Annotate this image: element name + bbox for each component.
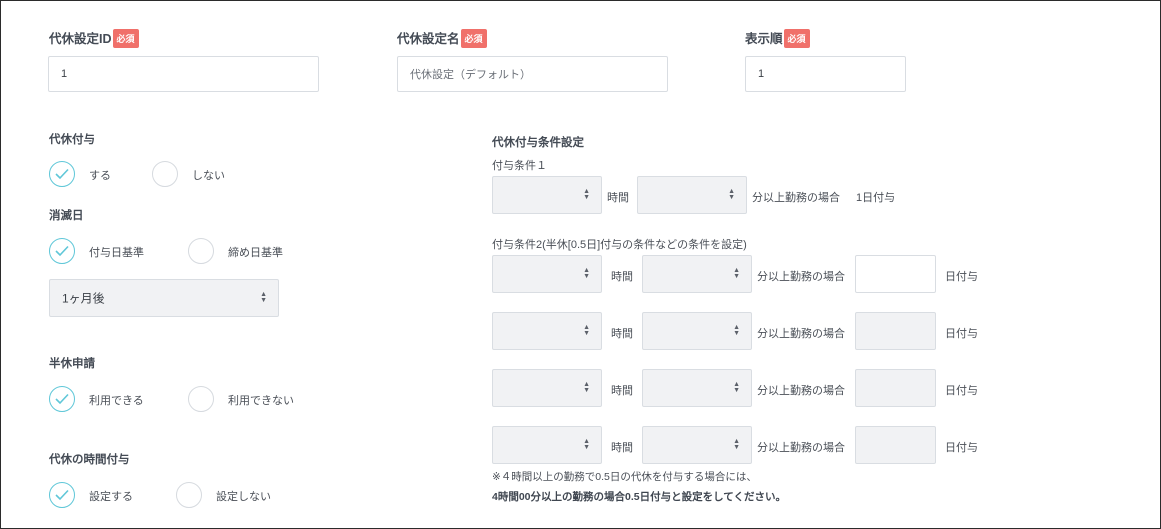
select-arrows-icon: ▲ ▼ (583, 188, 590, 201)
hours-unit: 時間 (607, 192, 629, 204)
select-arrows-icon: ▲ ▼ (583, 324, 590, 337)
select-arrows-icon: ▲ ▼ (733, 324, 740, 337)
setting-id-label-text: 代休設定ID (49, 32, 112, 46)
select-arrows-icon: ▲ ▼ (260, 291, 267, 304)
condition4-days-input[interactable] (855, 369, 936, 407)
minutes-text: 分以上勤務の場合 (757, 271, 845, 283)
half-day-label: 半休申請 (49, 358, 95, 370)
day-unit: 日付与 (945, 442, 978, 454)
condition4-hours-select[interactable]: ▲ ▼ (492, 369, 602, 407)
settings-form: 代休設定ID 必須 1 代休設定名 必須 代休設定（デフォルト） 表示順 必須 1 代… (0, 0, 1161, 529)
select-arrows-icon: ▲ ▼ (733, 381, 740, 394)
note-line-2: 4時間00分以上の勤務の場合0.5日付与と設定をしてください。 (492, 491, 786, 503)
setting-name-input[interactable]: 代休設定（デフォルト） (397, 56, 668, 92)
minutes-text: 分以上勤務の場合 (757, 385, 845, 397)
condition4-minutes-select[interactable]: ▲ ▼ (642, 369, 752, 407)
expiry-closing-date-label: 締め日基準 (228, 247, 283, 259)
hours-unit: 時間 (611, 385, 633, 397)
hours-unit: 時間 (611, 442, 633, 454)
setting-name-label-text: 代休設定名 (397, 32, 460, 46)
hourly-grant-label: 代休の時間付与 (49, 454, 130, 466)
required-badge: 必須 (112, 29, 139, 48)
select-arrows-icon: ▲ ▼ (583, 267, 590, 280)
hourly-no-radio[interactable] (176, 482, 202, 508)
display-order-label: 表示順 必須 (745, 28, 810, 48)
check-icon (55, 168, 69, 180)
condition1-hours-select[interactable]: ▲ ▼ (492, 176, 602, 214)
grant-yes-radio[interactable] (49, 161, 75, 187)
check-icon (55, 489, 69, 501)
display-order-value: 1 (758, 68, 765, 80)
hourly-yes-radio[interactable] (49, 482, 75, 508)
half-yes-radio[interactable] (49, 386, 75, 412)
hours-unit: 時間 (611, 328, 633, 340)
condition3-days-input[interactable] (855, 312, 936, 350)
display-order-input[interactable]: 1 (745, 56, 906, 92)
setting-id-label: 代休設定ID 必須 (49, 28, 139, 48)
condition5-hours-select[interactable]: ▲ ▼ (492, 426, 602, 464)
grant-no-radio[interactable] (152, 161, 178, 187)
grant-yes-label: する (89, 170, 111, 182)
select-arrows-icon: ▲ ▼ (583, 381, 590, 394)
check-icon (55, 393, 69, 405)
expiry-period-select[interactable]: 1ヶ月後 ▲ ▼ (49, 279, 279, 317)
half-yes-label: 利用できる (89, 395, 144, 407)
condition2-minutes-select[interactable]: ▲ ▼ (642, 255, 752, 293)
expiry-closing-date-radio[interactable] (188, 238, 214, 264)
conditions-title: 代休付与条件設定 (492, 137, 584, 149)
half-no-label: 利用できない (228, 395, 294, 407)
select-arrows-icon: ▲ ▼ (733, 438, 740, 451)
hourly-yes-label: 設定する (89, 491, 133, 503)
setting-id-input[interactable]: 1 (48, 56, 319, 92)
fixed-grant-text: 1日付与 (856, 192, 896, 204)
select-arrows-icon: ▲ ▼ (733, 267, 740, 280)
expiry-grant-date-radio[interactable] (49, 238, 75, 264)
setting-name-value: 代休設定（デフォルト） (410, 69, 531, 81)
condition2-hours-select[interactable]: ▲ ▼ (492, 255, 602, 293)
hourly-no-label: 設定しない (216, 491, 271, 503)
expiry-grant-date-label: 付与日基準 (89, 247, 144, 259)
condition2-label: 付与条件2(半休[0.5日]付与の条件などの条件を設定) (492, 239, 747, 251)
minutes-text: 分以上勤務の場合 (752, 192, 840, 204)
condition5-minutes-select[interactable]: ▲ ▼ (642, 426, 752, 464)
select-arrows-icon: ▲ ▼ (728, 188, 735, 201)
required-badge: 必須 (460, 29, 487, 48)
condition2-days-input[interactable] (855, 255, 936, 293)
grant-no-label: しない (192, 170, 225, 182)
check-icon (55, 245, 69, 257)
minutes-text: 分以上勤務の場合 (757, 442, 845, 454)
condition5-days-input[interactable] (855, 426, 936, 464)
required-badge: 必須 (783, 29, 810, 48)
condition3-minutes-select[interactable]: ▲ ▼ (642, 312, 752, 350)
hours-unit: 時間 (611, 271, 633, 283)
day-unit: 日付与 (945, 328, 978, 340)
select-arrows-icon: ▲ ▼ (583, 438, 590, 451)
minutes-text: 分以上勤務の場合 (757, 328, 845, 340)
half-no-radio[interactable] (188, 386, 214, 412)
condition1-minutes-select[interactable]: ▲ ▼ (637, 176, 747, 214)
grant-label: 代休付与 (49, 134, 95, 146)
setting-name-label: 代休設定名 必須 (397, 28, 487, 48)
day-unit: 日付与 (945, 271, 978, 283)
setting-id-value: 1 (61, 68, 68, 80)
condition1-label: 付与条件１ (492, 160, 547, 172)
expiry-label: 消滅日 (49, 210, 84, 222)
note-line-1: ※４時間以上の勤務で0.5日の代休を付与する場合には、 (492, 471, 757, 483)
day-unit: 日付与 (945, 385, 978, 397)
expiry-period-value: 1ヶ月後 (62, 291, 105, 306)
condition3-hours-select[interactable]: ▲ ▼ (492, 312, 602, 350)
display-order-label-text: 表示順 (745, 32, 783, 46)
